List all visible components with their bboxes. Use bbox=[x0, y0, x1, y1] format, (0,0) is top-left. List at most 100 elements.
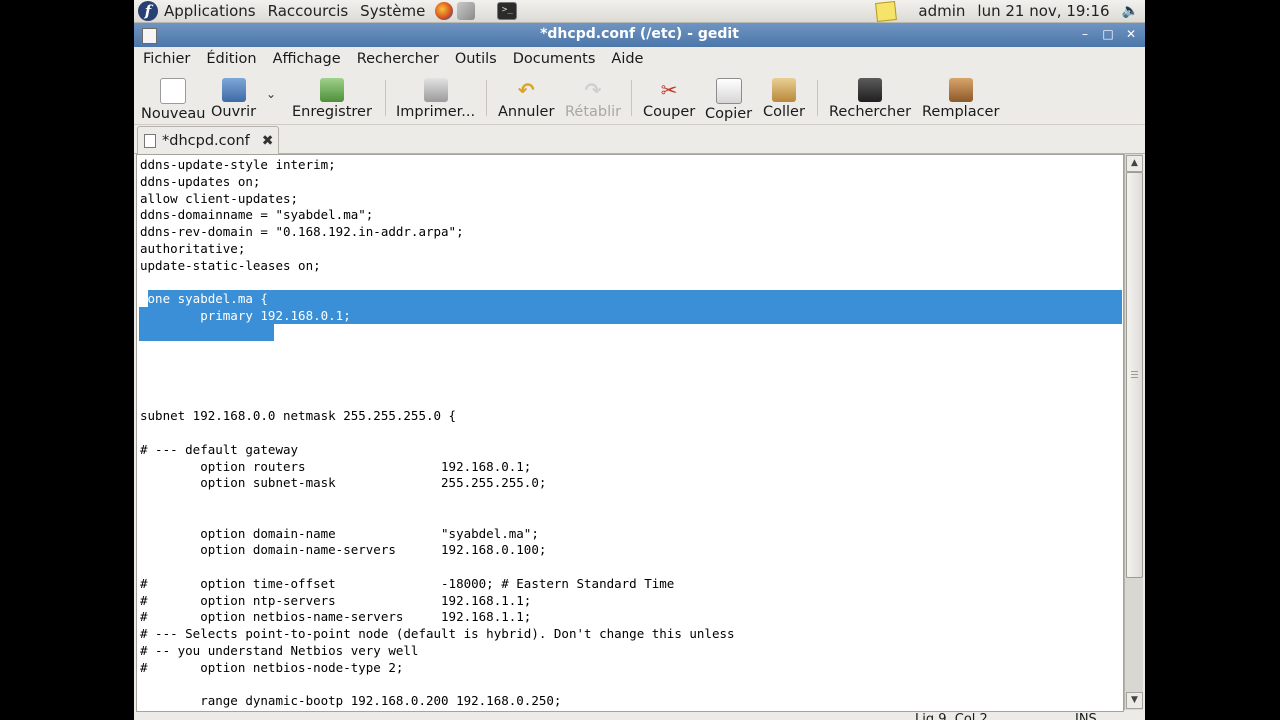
open-button[interactable]: Ouvrir bbox=[211, 78, 256, 120]
code-line[interactable]: ddns-update-style interim; bbox=[140, 157, 735, 174]
copy-button[interactable]: Copier bbox=[705, 78, 752, 122]
status-bar: Lig 9, Col 2 INS bbox=[134, 711, 1145, 720]
copy-icon bbox=[715, 78, 742, 104]
screen: f Applications Raccourcis Système >_ adm… bbox=[134, 0, 1145, 720]
open-folder-icon bbox=[221, 78, 246, 102]
paste-button[interactable]: Coller bbox=[763, 78, 805, 120]
code-line[interactable] bbox=[140, 509, 735, 526]
fedora-logo-icon[interactable]: f bbox=[138, 1, 158, 21]
toolbar-separator bbox=[631, 80, 632, 116]
toolbar-separator bbox=[817, 80, 818, 116]
code-line[interactable]: # --- default gateway bbox=[140, 442, 735, 459]
tab-label: *dhcpd.conf bbox=[162, 132, 250, 149]
code-line[interactable]: update-static-leases on; bbox=[140, 258, 735, 275]
code-line[interactable]: # option time-offset -18000; # Eastern S… bbox=[140, 576, 735, 593]
close-tab-icon[interactable]: ✖ bbox=[262, 133, 274, 149]
code-line[interactable]: # option ntp-servers 192.168.1.1; bbox=[140, 593, 735, 610]
open-label: Ouvrir bbox=[211, 104, 257, 120]
binoculars-icon bbox=[858, 78, 883, 102]
code-line[interactable]: ddns-domainname = "syabdel.ma"; bbox=[140, 207, 735, 224]
mail-icon[interactable] bbox=[457, 2, 476, 20]
volume-icon[interactable]: 🔈 bbox=[1122, 3, 1139, 19]
vertical-scrollbar[interactable]: ▲ ▼ bbox=[1124, 154, 1143, 710]
menu-search[interactable]: Rechercher bbox=[349, 51, 447, 67]
redo-label: Rétablir bbox=[565, 104, 622, 120]
toolbar: Nouveau Ouvrir ⌄ Enregistrer Imprimer...… bbox=[134, 72, 1145, 125]
replace-button[interactable]: Remplacer bbox=[922, 78, 999, 120]
places-menu[interactable]: Raccourcis bbox=[262, 0, 355, 22]
code-line[interactable]: primary 192.168.0.1; bbox=[140, 308, 735, 325]
menu-view[interactable]: Affichage bbox=[265, 51, 349, 67]
code-line[interactable] bbox=[140, 392, 735, 409]
code-line[interactable]: range dynamic-bootp 192.168.0.200 192.16… bbox=[140, 693, 735, 710]
new-button[interactable]: Nouveau bbox=[141, 78, 206, 122]
printer-icon bbox=[423, 78, 448, 102]
menu-tools[interactable]: Outils bbox=[447, 51, 505, 67]
applications-menu[interactable]: Applications bbox=[158, 0, 262, 22]
user-name[interactable]: admin bbox=[912, 0, 971, 22]
code-line[interactable]: } bbox=[140, 325, 735, 342]
redo-button[interactable]: ↷ Rétablir bbox=[565, 78, 621, 120]
menu-help[interactable]: Aide bbox=[603, 51, 651, 67]
code-line[interactable] bbox=[140, 676, 735, 693]
code-line[interactable]: zone syabdel.ma { bbox=[140, 291, 735, 308]
firefox-icon[interactable] bbox=[435, 2, 454, 20]
clock[interactable]: lun 21 nov, 19:16 bbox=[971, 0, 1115, 22]
text-editor[interactable]: ddns-update-style interim; ddns-updates o… bbox=[136, 154, 1124, 712]
code-line[interactable] bbox=[140, 425, 735, 442]
scroll-up-arrow-icon[interactable]: ▲ bbox=[1126, 155, 1143, 172]
code-line[interactable]: allow client-updates; bbox=[140, 191, 735, 208]
code-line[interactable] bbox=[140, 274, 735, 291]
top-panel: f Applications Raccourcis Système >_ adm… bbox=[134, 0, 1145, 23]
code-line[interactable]: ddns-updates on; bbox=[140, 174, 735, 191]
cursor-position: Lig 9, Col 2 bbox=[915, 712, 988, 720]
menu-edit[interactable]: Édition bbox=[198, 51, 264, 67]
window-titlebar[interactable]: *dhcpd.conf (/etc) - gedit – □ ✕ bbox=[134, 23, 1145, 47]
scrollbar-thumb[interactable] bbox=[1126, 172, 1143, 578]
code-line[interactable] bbox=[140, 559, 735, 576]
code-line[interactable]: option domain-name-servers 192.168.0.100… bbox=[140, 542, 735, 559]
open-recent-chevron-down-icon[interactable]: ⌄ bbox=[266, 87, 276, 101]
system-menu[interactable]: Système bbox=[354, 0, 431, 22]
terminal-icon[interactable]: >_ bbox=[497, 2, 518, 20]
cut-button[interactable]: ✂ Couper bbox=[643, 78, 695, 120]
grip-line bbox=[1131, 371, 1138, 372]
save-label: Enregistrer bbox=[292, 104, 372, 120]
maximize-button[interactable]: □ bbox=[1098, 26, 1118, 43]
new-label: Nouveau bbox=[141, 106, 206, 122]
tab-dhcpd-conf[interactable]: *dhcpd.conf ✖ bbox=[137, 126, 279, 154]
close-window-button[interactable]: ✕ bbox=[1121, 26, 1141, 43]
code-line[interactable]: option subnet-mask 255.255.255.0; bbox=[140, 475, 735, 492]
code-line[interactable]: # option netbios-name-servers 192.168.1.… bbox=[140, 609, 735, 626]
cut-label: Couper bbox=[643, 104, 696, 120]
notes-icon[interactable] bbox=[875, 0, 898, 22]
menu-documents[interactable]: Documents bbox=[505, 51, 604, 67]
code-line[interactable]: # option netbios-node-type 2; bbox=[140, 660, 735, 677]
code-line[interactable]: ddns-rev-domain = "0.168.192.in-addr.arp… bbox=[140, 224, 735, 241]
save-icon bbox=[319, 78, 344, 102]
undo-button[interactable]: ↶ Annuler bbox=[498, 78, 554, 120]
scroll-down-arrow-icon[interactable]: ▼ bbox=[1126, 692, 1143, 709]
minimize-button[interactable]: – bbox=[1075, 26, 1095, 43]
code-line[interactable]: # -- you understand Netbios very well bbox=[140, 643, 735, 660]
menu-file[interactable]: Fichier bbox=[134, 51, 198, 67]
tab-bar: *dhcpd.conf ✖ bbox=[134, 125, 1145, 154]
code-line[interactable]: option routers 192.168.0.1; bbox=[140, 459, 735, 476]
code-line[interactable]: # --- Selects point-to-point node (defau… bbox=[140, 626, 735, 643]
find-label: Rechercher bbox=[829, 104, 912, 120]
code-line[interactable] bbox=[140, 358, 735, 375]
save-button[interactable]: Enregistrer bbox=[292, 78, 372, 120]
code-line[interactable] bbox=[140, 341, 735, 358]
print-button[interactable]: Imprimer... bbox=[396, 78, 475, 120]
print-label: Imprimer... bbox=[396, 104, 476, 120]
grip-line bbox=[1131, 377, 1138, 378]
code-line[interactable]: subnet 192.168.0.0 netmask 255.255.255.0… bbox=[140, 408, 735, 425]
code-line[interactable]: authoritative; bbox=[140, 241, 735, 258]
code-content[interactable]: ddns-update-style interim; ddns-updates o… bbox=[140, 157, 735, 710]
code-line[interactable] bbox=[140, 375, 735, 392]
find-button[interactable]: Rechercher bbox=[829, 78, 911, 120]
code-line[interactable]: option domain-name "syabdel.ma"; bbox=[140, 526, 735, 543]
undo-label: Annuler bbox=[498, 104, 555, 120]
toolbar-separator bbox=[385, 80, 386, 116]
code-line[interactable] bbox=[140, 492, 735, 509]
